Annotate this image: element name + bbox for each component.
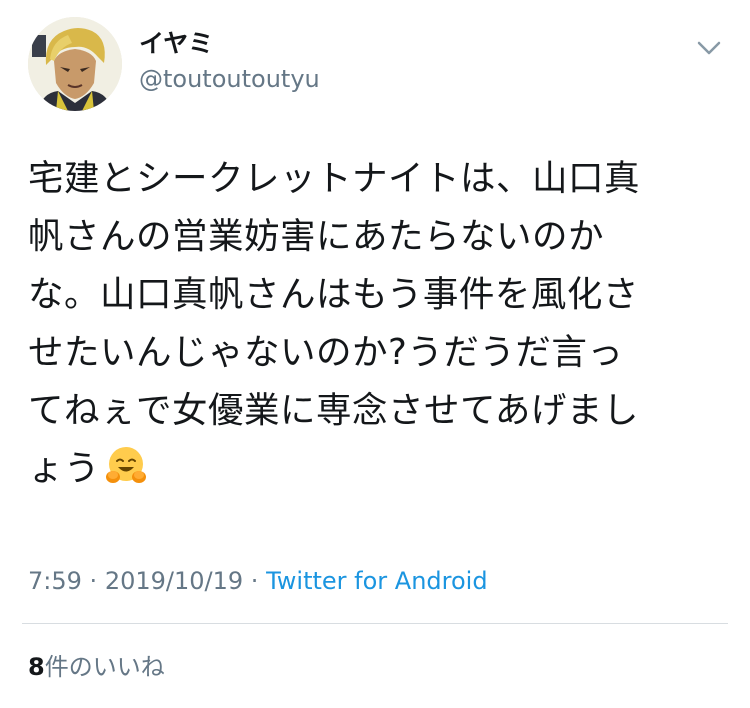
display-name[interactable]: イヤミ	[139, 27, 213, 61]
avatar-icon	[28, 17, 122, 111]
user-handle[interactable]: @toutoutoutyu	[139, 63, 320, 95]
tweet-text-line: せたいんじゃないのか?うだうだ言っ	[28, 332, 624, 373]
hugging-face-icon	[104, 444, 148, 488]
tweet-source-link[interactable]: Twitter for Android	[266, 567, 487, 595]
tweet-text-line: てねぇで女優業に専念させてあげまし	[28, 390, 639, 431]
tweet-time[interactable]: 7:59	[28, 567, 82, 595]
meta-separator: ·	[89, 567, 98, 595]
avatar[interactable]	[28, 17, 122, 111]
tweet-text-line: ょう	[28, 448, 101, 489]
tweet-text-last-line: ょう	[28, 440, 728, 498]
divider	[22, 623, 728, 624]
meta-separator: ·	[250, 567, 259, 595]
tweet-menu-button[interactable]	[692, 34, 726, 62]
tweet-text-line: 宅建とシークレットナイトは、山口真	[28, 158, 641, 199]
tweet-meta: 7:59 · 2019/10/19 · Twitter for Android	[28, 564, 488, 598]
tweet-text-line: な。山口真帆さんはもう事件を風化さ	[28, 274, 639, 315]
likes-link[interactable]: 8件のいいね	[28, 650, 165, 684]
tweet-text: 宅建とシークレットナイトは、山口真 帆さんの営業妨害にあたらないのか な。山口真…	[28, 150, 728, 498]
likes-label: 件のいいね	[44, 653, 165, 681]
chevron-down-icon	[697, 41, 721, 55]
likes-count: 8	[28, 653, 45, 681]
tweet-date[interactable]: 2019/10/19	[105, 567, 243, 595]
tweet-text-line: 帆さんの営業妨害にあたらないのか	[28, 216, 605, 257]
